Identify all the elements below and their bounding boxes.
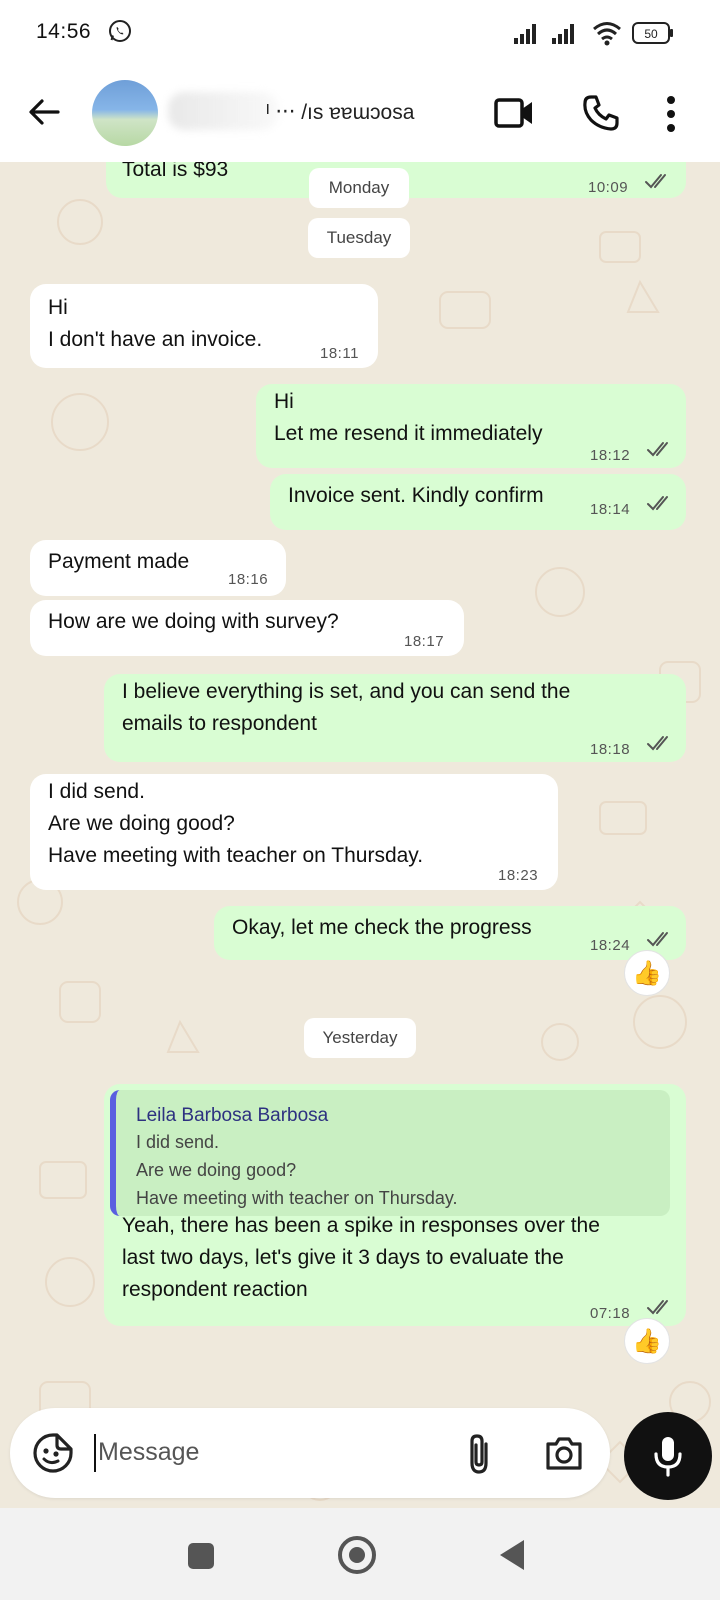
wifi-icon — [593, 22, 621, 46]
message-input[interactable] — [98, 1430, 438, 1474]
message-time: 18:11 — [320, 345, 359, 362]
message-outgoing[interactable]: I believe everything is set, and you can… — [104, 674, 686, 762]
reaction-thumbs-up[interactable]: 👍 — [624, 950, 670, 996]
message-text: Hi I don't have an invoice. — [48, 296, 263, 351]
message-text: I believe everything is set, and you can… — [122, 680, 571, 735]
microphone-button[interactable] — [624, 1412, 712, 1500]
message-text: Payment made — [48, 550, 190, 573]
chat-area[interactable]: Total is $93 10:09 Monday Tuesday Hi I d… — [0, 162, 720, 1508]
message-incoming[interactable]: I did send. Are we doing good? Have meet… — [30, 774, 558, 890]
double-check-icon — [647, 1300, 668, 1315]
double-check-icon — [647, 496, 668, 511]
phone-icon[interactable] — [582, 94, 620, 132]
message-time: 10:09 — [588, 179, 629, 196]
message-text: Okay, let me check the progress — [232, 916, 532, 939]
status-time: 14:56 — [36, 20, 92, 43]
signal-icon — [552, 24, 574, 44]
message-time: 18:24 — [590, 937, 631, 954]
arrow-left-icon[interactable] — [24, 92, 64, 132]
status-bar: 14:56 50 — [0, 0, 720, 66]
message-time: 18:12 — [590, 447, 631, 464]
double-check-icon — [645, 174, 666, 189]
quoted-text: I did send. Are we doing good? Have meet… — [136, 1132, 458, 1208]
camera-icon[interactable] — [544, 1434, 584, 1472]
message-incoming[interactable]: How are we doing with survey? 18:17 — [30, 600, 464, 656]
message-time: 18:16 — [228, 571, 269, 588]
reaction-thumbs-up[interactable]: 👍 — [624, 1318, 670, 1364]
message-text: I did send. Are we doing good? Have meet… — [48, 780, 424, 867]
double-check-icon — [647, 442, 668, 457]
paperclip-icon[interactable] — [464, 1432, 494, 1476]
message-time: 18:14 — [590, 501, 631, 518]
microphone-icon — [654, 1437, 682, 1477]
message-text: Yeah, there has been a spike in response… — [122, 1214, 600, 1301]
whatsapp-notification-icon — [109, 20, 131, 42]
quoted-message[interactable]: Leila Barbosa Barbosa I did send. Are we… — [110, 1090, 670, 1216]
contact-name[interactable]: ᴵ ‧‧‧ /ıs ɐɐɯɔosa — [266, 100, 414, 125]
contact-name-redaction — [168, 92, 278, 130]
message-outgoing[interactable]: Hi Let me resend it immediately 18:12 — [256, 384, 686, 468]
signal-icon — [514, 24, 536, 44]
more-vertical-icon[interactable] — [664, 94, 678, 134]
message-time: 07:18 — [590, 1305, 631, 1322]
chat-header: ᴵ ‧‧‧ /ıs ɐɐɯɔosa — [0, 66, 720, 162]
video-camera-icon[interactable] — [494, 96, 534, 130]
message-outgoing[interactable]: Okay, let me check the progress 18:24 — [214, 906, 686, 960]
message-time: 18:23 — [498, 867, 539, 884]
double-check-icon — [647, 932, 668, 947]
message-text: Invoice sent. Kindly confirm — [288, 484, 544, 507]
battery-level: 50 — [644, 27, 658, 41]
home-button[interactable] — [338, 1536, 376, 1574]
message-composer — [10, 1408, 610, 1498]
message-incoming[interactable]: Payment made 18:16 — [30, 540, 286, 596]
recents-button[interactable] — [188, 1543, 214, 1569]
message-outgoing[interactable]: Leila Barbosa Barbosa I did send. Are we… — [104, 1084, 686, 1326]
message-incoming[interactable]: Hi I don't have an invoice. 18:11 — [30, 284, 378, 368]
battery-icon: 50 — [632, 22, 673, 44]
message-text: How are we doing with survey? — [48, 610, 339, 633]
message-text: Total is $93 — [122, 162, 229, 181]
back-button[interactable] — [500, 1540, 524, 1570]
sticker-icon[interactable] — [32, 1432, 74, 1474]
avatar[interactable] — [92, 80, 158, 146]
double-check-icon — [647, 736, 668, 751]
text-cursor — [94, 1434, 96, 1472]
message-time: 18:17 — [404, 633, 445, 650]
message-outgoing[interactable]: Invoice sent. Kindly confirm 18:14 — [270, 474, 686, 530]
date-separator: Monday — [309, 168, 409, 208]
message-time: 18:18 — [590, 741, 631, 758]
date-separator: Tuesday — [308, 218, 410, 258]
message-text: Hi Let me resend it immediately — [274, 390, 543, 445]
system-nav-bar — [0, 1508, 720, 1600]
date-separator: Yesterday — [304, 1018, 416, 1058]
